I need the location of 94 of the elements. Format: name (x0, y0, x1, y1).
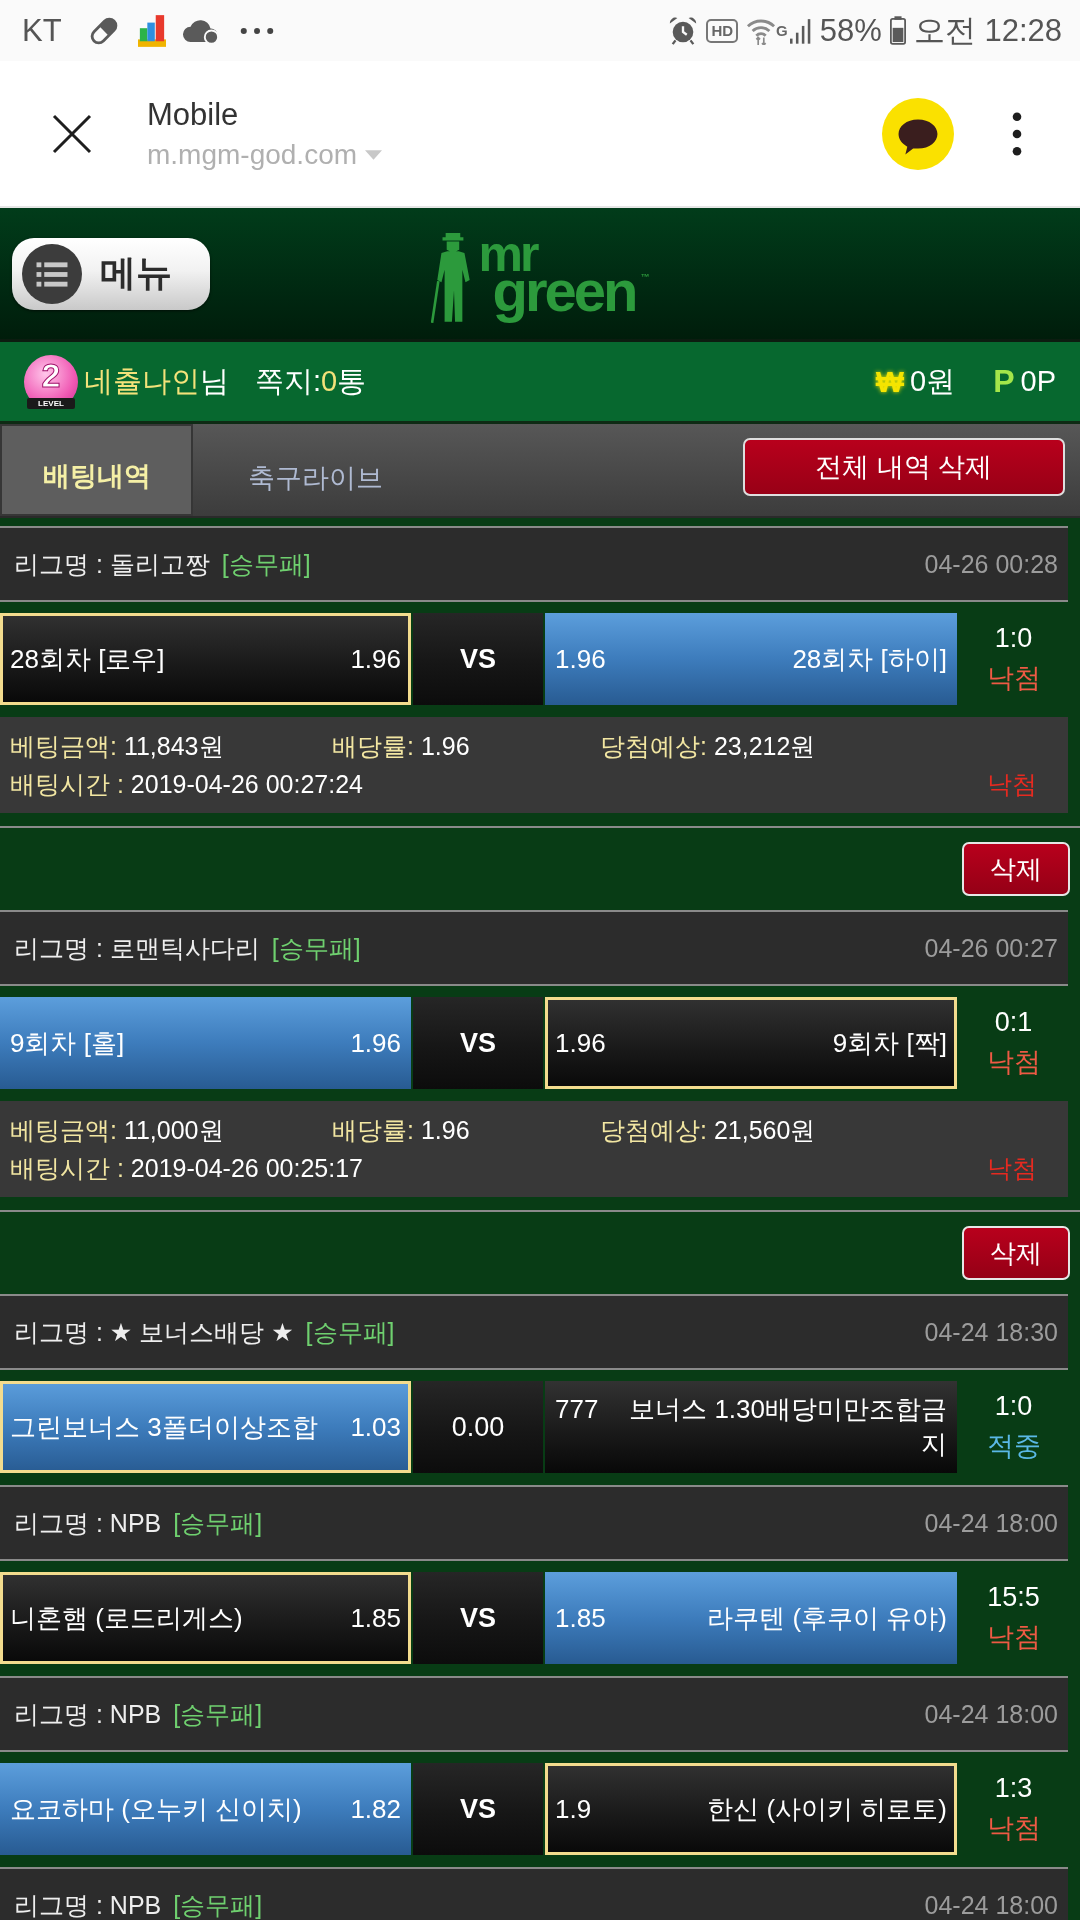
odds-value: 1.03 (350, 1411, 401, 1443)
bet-type-tag: [승무패] (305, 1315, 395, 1349)
match-date: 04-24 18:00 (924, 1699, 1058, 1729)
score: 1:0 (994, 622, 1033, 654)
battery-percent: 58% (819, 12, 882, 49)
odds-value: 777 (555, 1394, 599, 1425)
delete-all-button[interactable]: 전체 내역 삭제 (743, 438, 1065, 496)
bet-result: 낙첨 (986, 661, 1041, 695)
versus-label: VS (413, 1572, 543, 1664)
expected-payout: 당첨예상: 23,212원 (600, 730, 816, 762)
bet-result: 낙첨 (987, 768, 1037, 800)
odds-value: 1.96 (350, 1027, 401, 1059)
page-title: Mobile (147, 96, 239, 133)
won-sign: ₩ (875, 364, 905, 399)
delete-button[interactable]: 삭제 (962, 1226, 1070, 1280)
network-type-label: G (776, 21, 788, 39)
alarm-clock-icon (668, 15, 699, 46)
bet-type-tag: [승무패] (271, 931, 361, 965)
payout-rate: 배당률: 1.96 (332, 1114, 470, 1146)
odds-value: 1.82 (350, 1793, 401, 1825)
score: 1:3 (994, 1772, 1033, 1804)
expected-payout: 당첨예상: 21,560원 (600, 1114, 816, 1146)
list-icon (22, 243, 82, 304)
odds-value: 1.85 (350, 1602, 401, 1634)
bet-amount: 베팅금액: 11,843원 (10, 730, 224, 762)
match-date: 04-24 18:30 (924, 1317, 1058, 1347)
score: 0:1 (994, 1006, 1033, 1038)
league-name: 리그명 : NPB (14, 1698, 162, 1730)
bet-result: 낙첨 (986, 1811, 1041, 1845)
bet-amount: 베팅금액: 11,000원 (10, 1114, 224, 1146)
odds-value: 1.96 (555, 1027, 606, 1059)
odds-value: 1.9 (555, 1793, 592, 1825)
match-date: 04-24 18:00 (924, 1508, 1058, 1538)
versus-label: VS (413, 613, 543, 705)
match-date: 04-26 00:28 (924, 549, 1058, 579)
bet-result: 적중 (986, 1429, 1041, 1463)
page-url: m.mgm-god.com (147, 138, 358, 171)
level-badge: 2 LEVEL (24, 354, 78, 409)
payout-rate: 배당률: 1.96 (332, 730, 470, 762)
overflow-menu-icon[interactable] (1012, 111, 1022, 156)
cloud-icon (181, 17, 220, 44)
message-count[interactable]: 쪽지:0통 (255, 361, 367, 402)
team-name: 라쿠텐 (후쿠이 유야) (706, 1601, 947, 1635)
clock: 오전 12:28 (913, 11, 1062, 50)
team-name: 한신 (사이키 히로토) (706, 1792, 947, 1826)
tab[interactable]: 배팅내역 (0, 424, 193, 516)
user-greeting: 네츌나인 님 (84, 363, 229, 399)
cash-balance: 0원 (910, 363, 956, 399)
brand-logo: mr green™ (478, 226, 650, 325)
team-name: 요코하마 (오누키 신이치) (10, 1792, 303, 1826)
more-icon (239, 26, 274, 35)
team-name: 28회차 [로우] (10, 642, 166, 676)
team-name: 니혼햄 (로드리게스) (10, 1601, 244, 1635)
signal-icon (789, 16, 812, 45)
battery-icon (889, 16, 906, 45)
bet-type-tag: [승무패] (221, 547, 311, 581)
league-name: 리그명 : NPB (14, 1889, 162, 1920)
versus-label: VS (413, 997, 543, 1089)
chat-bubble-icon[interactable] (882, 97, 954, 170)
team-name: 그린보너스 3폴더이상조합 (10, 1410, 319, 1444)
bet-time: 배팅시간 : 2019-04-26 00:27:24 (10, 768, 363, 800)
score: 1:0 (994, 1390, 1033, 1422)
odds-value: 1.85 (555, 1602, 606, 1634)
tab[interactable]: 축구라이브 (193, 424, 437, 516)
delete-button[interactable]: 삭제 (962, 842, 1070, 896)
menu-button[interactable]: 메뉴 (12, 237, 210, 310)
versus-label: VS (413, 1763, 543, 1855)
team-name: 9회차 [홀] (10, 1026, 126, 1060)
bet-result: 낙첨 (986, 1045, 1041, 1079)
carrier-name: KT (22, 12, 62, 49)
odds-value: 1.96 (555, 643, 606, 675)
hd-voice-badge: HD (706, 18, 739, 43)
bet-type-tag: [승무패] (173, 1697, 263, 1731)
bet-type-tag: [승무패] (173, 1506, 263, 1540)
draw-odds: 0.00 (413, 1381, 543, 1473)
odds-value: 1.96 (350, 643, 401, 675)
team-name: 보너스 1.30배당미만조합금지 (628, 1393, 947, 1461)
bet-type-tag: [승무패] (173, 1888, 263, 1920)
points-balance: 0P (1020, 365, 1056, 398)
league-name: 리그명 : 돌리고짱 (14, 548, 210, 580)
league-name: 리그명 : NPB (14, 1507, 162, 1539)
bet-result: 낙첨 (986, 1620, 1041, 1654)
team-name: 28회차 [하이] (791, 642, 947, 676)
match-date: 04-24 18:00 (924, 1890, 1058, 1920)
close-icon[interactable] (52, 113, 92, 154)
points-sign: P (993, 363, 1015, 400)
team-name: 9회차 [짝] (831, 1026, 947, 1060)
bet-result: 낙첨 (987, 1152, 1037, 1184)
match-date: 04-26 00:27 (924, 933, 1058, 963)
league-name: 리그명 : 로맨틱사다리 (14, 932, 260, 964)
score: 15:5 (987, 1581, 1040, 1613)
bet-time: 배팅시간 : 2019-04-26 00:25:17 (10, 1152, 363, 1184)
league-name: 리그명 : ★ 보너스배당 ★ (14, 1316, 294, 1348)
bar-chart-app-icon (137, 14, 166, 47)
